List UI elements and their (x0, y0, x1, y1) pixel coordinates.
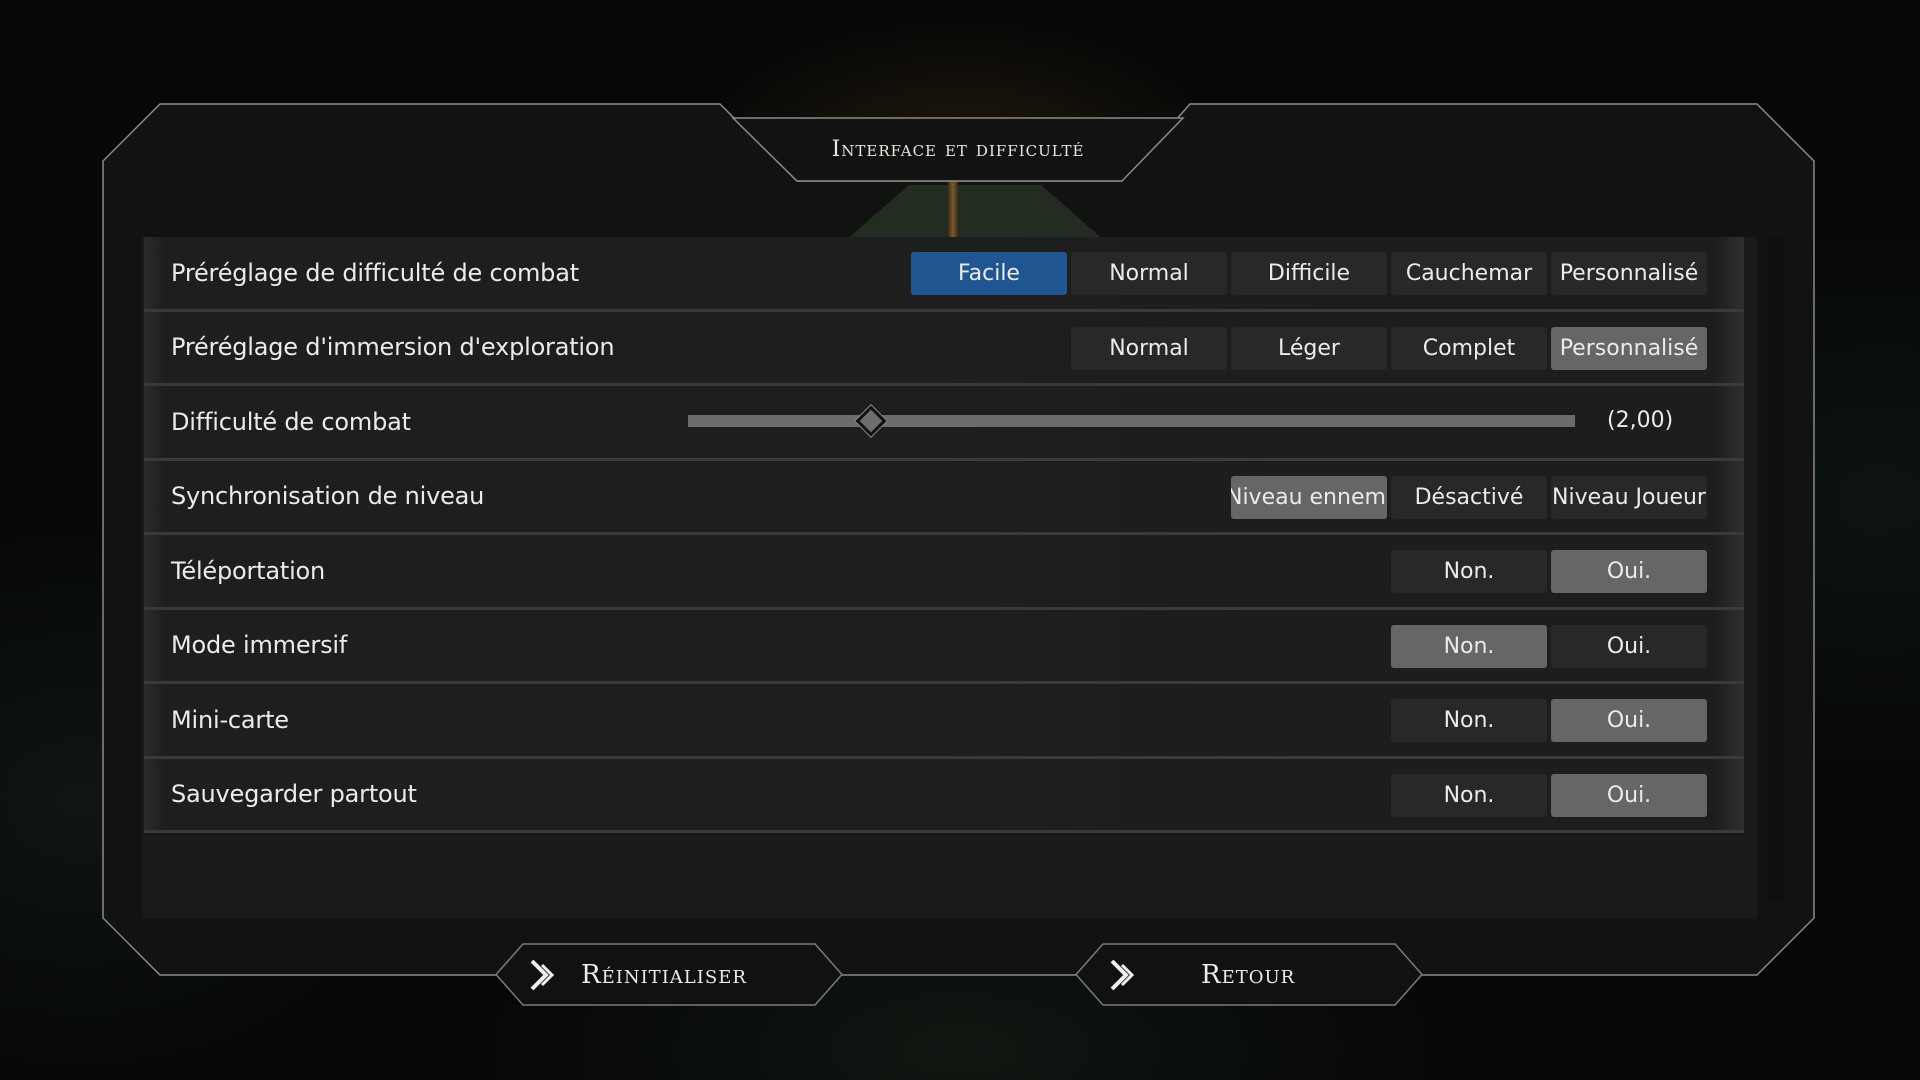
setting-row-teleportation: Téléportation Non. Oui. (144, 535, 1744, 610)
option-button-niveau-joueur[interactable]: Niveau Joueur (1551, 475, 1707, 519)
option-button-niveau-ennemi[interactable]: Niveau ennemi (1231, 475, 1387, 519)
setting-row-mini-carte: Mini-carte Non. Oui. (144, 684, 1744, 759)
reset-button-label: Réinitialiser (581, 959, 747, 990)
option-button-personnalise[interactable]: Personnalisé (1551, 326, 1707, 370)
option-button-cauchemar[interactable]: Cauchemar (1391, 252, 1547, 295)
settings-list: Préréglage de difficulté de combat Facile… (144, 237, 1744, 833)
option-button-non[interactable]: Non. (1391, 773, 1547, 817)
option-button-normal[interactable]: Normal (1071, 326, 1227, 370)
slider-thumb[interactable] (855, 405, 887, 437)
option-group: Non. Oui. (1391, 624, 1707, 668)
scrollbar-track[interactable] (1767, 237, 1784, 902)
option-button-oui[interactable]: Oui. (1551, 699, 1707, 742)
option-button-desactive[interactable]: Désactivé (1391, 475, 1547, 519)
option-button-leger[interactable]: Léger (1231, 326, 1387, 370)
setting-row-prereglage-de-difficulte-de-combat: Préréglage de difficulté de combat Facile… (144, 237, 1744, 312)
option-group: Facile Normal Difficile Cauchemar Personnali… (911, 252, 1707, 295)
reset-button[interactable]: Réinitialiser (495, 943, 843, 1006)
setting-label: Préréglage d'immersion d'exploration (171, 333, 615, 362)
option-button-personnalise[interactable]: Personnalisé (1551, 252, 1707, 295)
option-button-oui[interactable]: Oui. (1551, 550, 1707, 593)
option-button-facile[interactable]: Facile (911, 252, 1067, 295)
double-chevron-right-icon (1110, 959, 1135, 991)
double-chevron-right-icon (530, 959, 555, 991)
option-button-non[interactable]: Non. (1391, 624, 1547, 668)
slider-value: (2,00) (1607, 408, 1674, 433)
option-group: Normal Léger Complet Personnalisé (1071, 326, 1707, 370)
option-group: Non. Oui. (1391, 699, 1707, 742)
option-group: Non. Oui. (1391, 773, 1707, 817)
setting-row-synchronisation-de-niveau: Synchronisation de niveau Niveau ennemi Dé… (144, 460, 1744, 535)
setting-label: Sauvegarder partout (171, 780, 417, 809)
setting-label: Téléportation (171, 556, 326, 585)
setting-label: Synchronisation de niveau (171, 482, 485, 511)
setting-row-difficulte-de-combat: Difficulté de combat (2,00) (144, 386, 1744, 461)
option-button-normal[interactable]: Normal (1071, 252, 1227, 295)
option-button-oui[interactable]: Oui. (1551, 773, 1707, 817)
character-silhouette-detail (948, 182, 958, 237)
option-button-oui[interactable]: Oui. (1551, 624, 1707, 668)
back-button[interactable]: Retour (1075, 943, 1423, 1006)
setting-label: Mode immersif (171, 631, 348, 660)
setting-label: Préréglage de difficulté de combat (171, 258, 579, 287)
setting-row-sauvegarder-partout: Sauvegarder partout Non. Oui. (144, 758, 1744, 833)
setting-row-prereglage-d-immersion-d-exploration: Préréglage d'immersion d'exploration Norm… (144, 311, 1744, 386)
setting-row-mode-immersif: Mode immersif Non. Oui. (144, 609, 1744, 684)
setting-label: Mini-carte (171, 705, 289, 734)
option-button-non[interactable]: Non. (1391, 550, 1547, 593)
slider-track[interactable] (688, 415, 1575, 427)
option-group: Niveau ennemi Désactivé Niveau Joueur (1231, 475, 1707, 519)
option-button-complet[interactable]: Complet (1391, 326, 1547, 370)
setting-label: Difficulté de combat (171, 407, 411, 436)
option-group: Non. Oui. (1391, 550, 1707, 593)
option-button-difficile[interactable]: Difficile (1231, 252, 1387, 295)
option-button-non[interactable]: Non. (1391, 699, 1547, 742)
page-title: Interface et difficulté (831, 137, 1085, 162)
back-button-label: Retour (1201, 959, 1296, 990)
